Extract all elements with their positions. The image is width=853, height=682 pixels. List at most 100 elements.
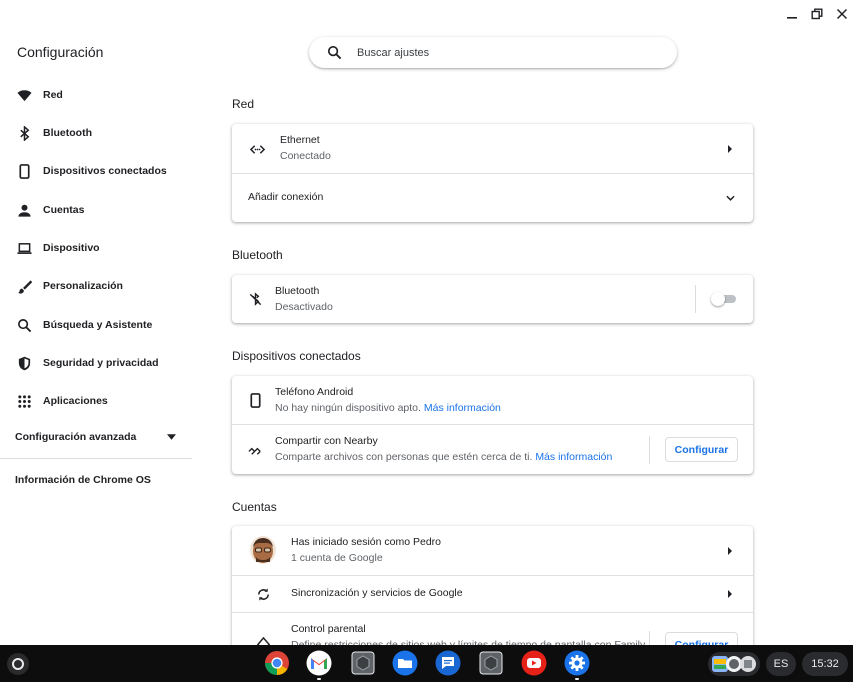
search-box[interactable] — [309, 37, 677, 68]
ethernet-row[interactable]: Ethernet Conectado — [232, 124, 753, 173]
sidebar-item-label: Red — [43, 89, 63, 101]
laptop-icon — [16, 240, 32, 256]
shelf: ES 15:32 — [0, 645, 853, 682]
app-cube-icon[interactable] — [478, 650, 504, 676]
sidebar-item-aplicaciones[interactable]: Aplicaciones — [0, 382, 192, 420]
sidebar-item-label: Dispositivo — [43, 242, 100, 254]
close-icon — [836, 8, 848, 20]
nearby-share-row: Compartir con Nearby Comparte archivos c… — [232, 425, 753, 474]
wifi-icon — [16, 87, 32, 103]
running-indicator — [575, 678, 579, 680]
about-chrome-os-link[interactable]: Información de Chrome OS — [15, 474, 151, 486]
search-input[interactable] — [357, 43, 657, 63]
sidebar-item-busqueda-y-asistente[interactable]: Búsqueda y Asistente — [0, 306, 192, 344]
person-icon — [16, 202, 32, 218]
bluetooth-row[interactable]: Bluetooth Desactivado — [232, 275, 753, 323]
signed-in-title: Has iniciado sesión como Pedro — [291, 536, 441, 548]
vertical-divider — [649, 436, 650, 464]
nearby-share-title: Compartir con Nearby — [275, 435, 378, 447]
sidebar-item-label: Dispositivos conectados — [43, 165, 167, 177]
chrome-icon[interactable] — [264, 650, 290, 676]
sync-title: Sincronización y servicios de Google — [291, 587, 463, 599]
sidebar-item-label: Búsqueda y Asistente — [43, 319, 153, 331]
close-button[interactable] — [830, 4, 853, 24]
bluetooth-toggle[interactable] — [711, 292, 737, 306]
search-icon — [327, 45, 342, 60]
ethernet-status: Conectado — [280, 150, 331, 162]
minimize-button[interactable] — [780, 4, 804, 24]
add-connection-label: Añadir conexión — [248, 191, 324, 203]
parental-controls-title: Control parental — [291, 623, 366, 635]
arrow-right-icon — [728, 590, 732, 598]
signed-in-subtitle: 1 cuenta de Google — [291, 552, 383, 564]
learn-more-link[interactable]: Más información — [535, 451, 612, 463]
minimize-icon — [787, 17, 797, 19]
files-icon[interactable] — [392, 650, 418, 676]
sync-icon — [255, 586, 271, 602]
vertical-divider — [695, 285, 696, 313]
ethernet-title: Ethernet — [280, 134, 320, 146]
bluetooth-disabled-icon — [247, 291, 263, 307]
sidebar-item-dispositivos-conectados[interactable]: Dispositivos conectados — [0, 152, 192, 190]
restore-button[interactable] — [805, 4, 829, 24]
section-title-accounts: Cuentas — [232, 500, 277, 514]
caret-down-icon — [167, 434, 176, 440]
section-title-connected-devices: Dispositivos conectados — [232, 349, 361, 363]
arrow-right-icon — [728, 145, 732, 153]
nearby-share-icon — [247, 442, 263, 458]
restore-icon — [811, 8, 823, 20]
bluetooth-card: Bluetooth Desactivado — [232, 275, 753, 323]
sidebar-divider — [0, 458, 192, 459]
brush-icon — [16, 278, 32, 294]
sidebar-item-red[interactable]: Red — [0, 76, 192, 114]
section-title-red: Red — [232, 97, 255, 111]
android-phone-title: Teléfono Android — [275, 386, 354, 398]
apps-grid-icon — [16, 393, 32, 409]
sidebar-item-label: Bluetooth — [43, 127, 92, 139]
sidebar-item-label: Aplicaciones — [43, 395, 108, 407]
chevron-down-icon — [726, 195, 735, 201]
ime-indicator[interactable]: ES — [766, 652, 796, 676]
add-connection-row[interactable]: Añadir conexión — [232, 174, 753, 222]
clock[interactable]: 15:32 — [802, 652, 848, 676]
ethernet-icon — [249, 141, 265, 157]
app-cube-icon[interactable] — [350, 650, 376, 676]
running-indicator — [317, 678, 321, 680]
android-phone-subtitle: No hay ningún dispositivo apto. Más info… — [275, 402, 501, 414]
gmail-icon[interactable] — [306, 650, 332, 676]
nearby-setup-button[interactable]: Configurar — [665, 437, 738, 462]
youtube-icon[interactable] — [521, 650, 547, 676]
connected-devices-card: Teléfono Android No hay ningún dispositi… — [232, 376, 753, 474]
settings-gear-icon[interactable] — [564, 650, 590, 676]
learn-more-link[interactable]: Más información — [424, 402, 501, 414]
bluetooth-icon — [16, 125, 32, 141]
phone-icon — [16, 163, 32, 179]
launcher-button[interactable] — [7, 653, 29, 675]
android-phone-row[interactable]: Teléfono Android No hay ningún dispositi… — [232, 376, 753, 424]
section-title-bluetooth: Bluetooth — [232, 248, 283, 262]
sidebar-item-label: Personalización — [43, 280, 123, 292]
toggle-knob — [711, 292, 725, 306]
sidebar-item-cuentas[interactable]: Cuentas — [0, 191, 192, 229]
phone-icon — [247, 392, 263, 408]
messages-icon[interactable] — [435, 650, 461, 676]
search-icon — [16, 317, 32, 333]
nearby-share-subtitle: Comparte archivos con personas que estén… — [275, 451, 613, 463]
avatar — [250, 536, 276, 564]
sidebar-item-personalizacion[interactable]: Personalización — [0, 267, 192, 305]
sidebar-item-dispositivo[interactable]: Dispositivo — [0, 229, 192, 267]
bluetooth-status: Desactivado — [275, 301, 333, 313]
signed-in-row[interactable]: Has iniciado sesión como Pedro 1 cuenta … — [232, 526, 753, 575]
app-title: Configuración — [17, 44, 104, 60]
sidebar-item-label: Seguridad y privacidad — [43, 357, 159, 369]
sync-row[interactable]: Sincronización y servicios de Google — [232, 576, 753, 612]
bluetooth-title: Bluetooth — [275, 285, 320, 297]
advanced-settings-label: Configuración avanzada — [15, 431, 137, 443]
sidebar-item-label: Cuentas — [43, 204, 85, 216]
shield-icon — [16, 355, 32, 371]
holding-space-tray[interactable] — [708, 652, 760, 676]
advanced-settings-toggle[interactable]: Configuración avanzada — [0, 428, 192, 448]
launcher-icon — [12, 658, 24, 670]
sidebar-item-seguridad-y-privacidad[interactable]: Seguridad y privacidad — [0, 344, 192, 382]
sidebar-item-bluetooth[interactable]: Bluetooth — [0, 114, 192, 152]
